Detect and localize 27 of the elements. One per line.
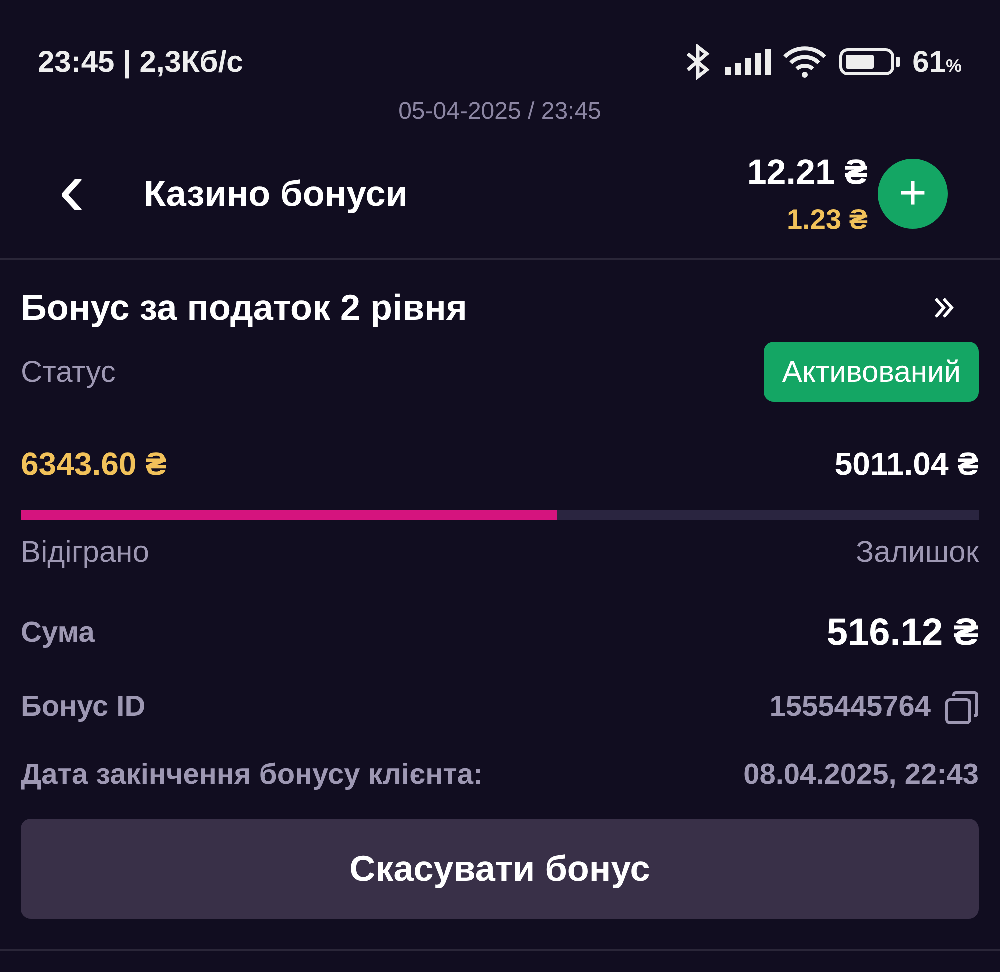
detail-value: 08.04.2025, 22:43: [744, 758, 979, 792]
wagered-amount: 6343.60 ₴: [21, 445, 167, 484]
wagered-label: Відіграно: [21, 535, 150, 571]
status-badge: Активований: [764, 342, 979, 402]
status-time: 23:45 | 2,3Кб/с: [38, 44, 244, 81]
bonus-title: Бонус за податок 2 рівня: [21, 286, 468, 330]
detail-label: Бонус ID: [21, 690, 146, 725]
page-title: Казино бонуси: [144, 172, 409, 216]
battery-percent: 61: [912, 44, 946, 80]
battery-icon: [838, 48, 901, 76]
detail-label: Сума: [21, 616, 95, 651]
remaining-label: Залишок: [856, 535, 979, 571]
balance: 12.21 ₴: [747, 152, 868, 194]
double-chevron-icon[interactable]: [933, 296, 955, 320]
signal-icon: [724, 49, 771, 75]
status-label: Статус: [21, 354, 116, 390]
copy-icon[interactable]: [945, 690, 979, 725]
timestamp: 05-04-2025 / 23:45: [398, 97, 602, 127]
detail-label: Дата закінчення бонусу клієнта:: [21, 758, 484, 792]
remaining-amount: 5011.04 ₴: [834, 445, 979, 484]
bonus-balance: 1.23 ₴: [787, 203, 868, 238]
cancel-bonus-button[interactable]: Скасувати бонус: [21, 819, 979, 919]
detail-value: 1555445764: [770, 690, 931, 725]
wifi-icon: [782, 46, 827, 78]
percent-sign: %: [946, 54, 962, 78]
detail-value: 516.12 ₴: [826, 611, 979, 656]
back-button[interactable]: ‹: [52, 149, 92, 229]
